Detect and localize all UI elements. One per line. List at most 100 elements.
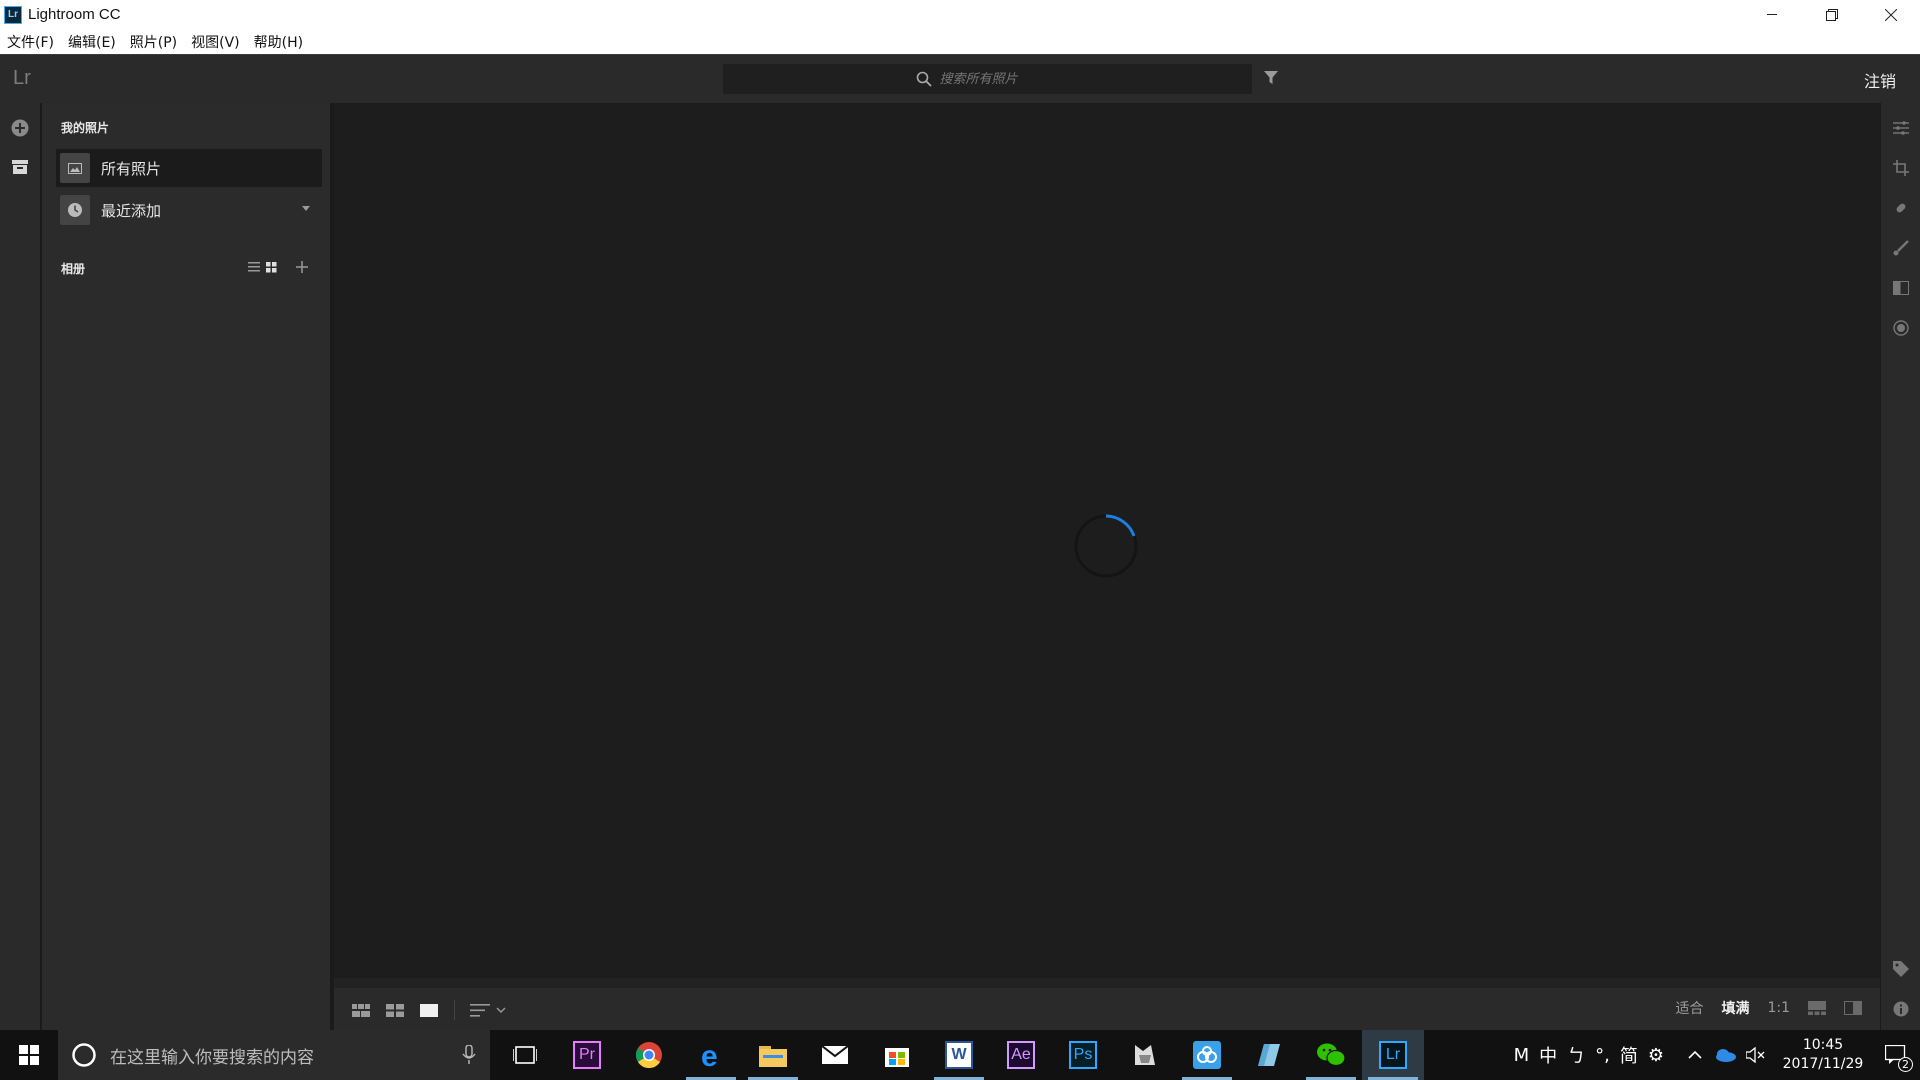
taskbar-baidu-netdisk[interactable] [1176,1030,1238,1080]
sliders-icon [1893,121,1909,135]
search-icon [916,71,932,87]
zoom-fit[interactable]: 适合 [1675,998,1703,1018]
compare-icon[interactable] [1844,1001,1862,1015]
zoom-fill[interactable]: 填满 [1721,998,1749,1018]
taskbar-chrome[interactable] [618,1030,680,1080]
action-center-button[interactable]: 2 [1872,1030,1920,1080]
taskbar-search[interactable]: 在这里输入你要搜索的内容 [58,1030,490,1080]
lr-logo: Lr [13,67,31,89]
edge-icon: e [701,1041,718,1069]
grid-view-icon[interactable] [266,261,277,273]
system-tray: M 中 ㄅ °, 简 ⚙ 10:45 2017/11/29 2 [1514,1030,1920,1080]
ime-simplified[interactable]: 简 [1620,1042,1638,1068]
chevron-down-icon[interactable] [302,206,310,211]
left-rail [0,103,41,1030]
search-box[interactable] [723,64,1252,94]
minimize-icon [1767,14,1777,15]
chevron-down-icon[interactable] [496,1007,506,1013]
taskbar-after-effects[interactable]: Ae [990,1030,1052,1080]
taskbar-edge[interactable]: e [680,1030,742,1080]
chrome-icon [635,1042,662,1069]
chevron-up-icon[interactable] [1688,1050,1702,1060]
ime-mode[interactable]: M [1514,1045,1530,1066]
microphone-icon[interactable] [462,1045,476,1065]
task-view-button[interactable] [494,1030,556,1080]
window-title: Lightroom CC [28,6,121,23]
mail-icon [822,1046,848,1064]
cloud-sync-icon [1193,1041,1221,1069]
menu-photo[interactable]: 照片(P) [130,32,177,52]
restore-button[interactable] [1802,0,1861,29]
album-tools [248,261,308,273]
sidebar-item-all-photos[interactable]: 所有照片 [56,149,322,187]
zoom-1to1[interactable]: 1:1 [1767,1000,1790,1016]
photo-icon [60,153,90,183]
linear-gradient-button[interactable] [1892,279,1910,297]
ime-settings-icon[interactable]: ⚙ [1648,1045,1664,1066]
taskbar-cat-app[interactable] [1114,1030,1176,1080]
detail-view-icon[interactable] [420,1003,438,1017]
clock[interactable]: 10:45 2017/11/29 [1774,1036,1872,1074]
photo-grid-area [334,103,1880,978]
taskbar-store[interactable] [866,1030,928,1080]
info-button[interactable] [1892,1000,1910,1018]
my-photos-title: 我的照片 [61,121,110,135]
minimize-button[interactable] [1743,0,1802,29]
title-bar: Lr Lightroom CC [0,0,1920,29]
taskbar-file-explorer[interactable] [742,1030,804,1080]
menu-help[interactable]: 帮助(H) [254,32,303,52]
taskbar-lightroom[interactable]: Lr [1362,1030,1424,1080]
search-input[interactable] [939,71,1060,87]
cortana-icon [72,1043,96,1067]
onedrive-icon[interactable] [1714,1048,1736,1062]
blue-app-icon [1258,1044,1280,1066]
list-view-icon[interactable] [248,262,260,272]
crop-icon [1893,160,1909,176]
taskbar-wechat[interactable] [1300,1030,1362,1080]
library-button[interactable] [11,158,29,176]
sort-icon[interactable] [470,1003,490,1017]
close-button[interactable] [1861,0,1920,29]
taskbar-photoshop[interactable]: Ps [1052,1030,1114,1080]
clock-time: 10:45 [1802,1037,1844,1053]
filter-button[interactable] [1264,70,1278,89]
filmstrip-icon[interactable] [1808,1001,1826,1015]
divider [454,1000,455,1020]
zoom-group: 适合 填满 1:1 [1675,998,1862,1018]
taskbar-mail[interactable] [804,1030,866,1080]
taskbar-apps: Pr e W Ae Ps Lr [494,1030,1424,1080]
notification-count: 2 [1898,1057,1913,1072]
crop-button[interactable] [1892,159,1910,177]
menu-file[interactable]: 文件(F) [7,32,54,52]
photo-grid-view-icon[interactable] [352,1003,370,1017]
ime-punctuation[interactable]: °, [1595,1045,1610,1066]
word-icon: W [945,1041,973,1069]
sidebar-item-recently-added[interactable]: 最近添加 [56,191,322,229]
menu-view[interactable]: 视图(V) [191,32,240,52]
sidebar-item-label: 最近添加 [101,201,162,220]
ime-chinese[interactable]: 中 [1539,1042,1557,1068]
window-controls [1743,0,1920,29]
menu-edit[interactable]: 编辑(E) [68,32,116,52]
menu-bar: 文件(F) 编辑(E) 照片(P) 视图(V) 帮助(H) [0,29,1920,54]
radial-gradient-button[interactable] [1892,319,1910,337]
logout-button[interactable]: 注销 [1864,68,1896,92]
volume-muted-icon[interactable] [1746,1047,1766,1063]
taskbar-blue-app[interactable] [1238,1030,1300,1080]
ime-moon[interactable]: ㄅ [1567,1042,1585,1068]
taskbar-word[interactable]: W [928,1030,990,1080]
brush-button[interactable] [1892,239,1910,257]
taskbar-premiere[interactable]: Pr [556,1030,618,1080]
edit-sliders-button[interactable] [1892,119,1910,137]
square-grid-view-icon[interactable] [386,1003,404,1017]
loading-spinner-icon [1074,514,1138,578]
filter-icon [1264,71,1278,84]
add-album-icon[interactable] [296,261,308,273]
cat-app-icon [1135,1045,1155,1065]
folder-icon [759,1046,787,1067]
add-photos-button[interactable] [11,119,29,137]
start-button[interactable] [0,1030,58,1080]
close-icon [1884,8,1897,21]
keywords-button[interactable] [1892,960,1910,978]
healing-button[interactable] [1892,199,1910,217]
